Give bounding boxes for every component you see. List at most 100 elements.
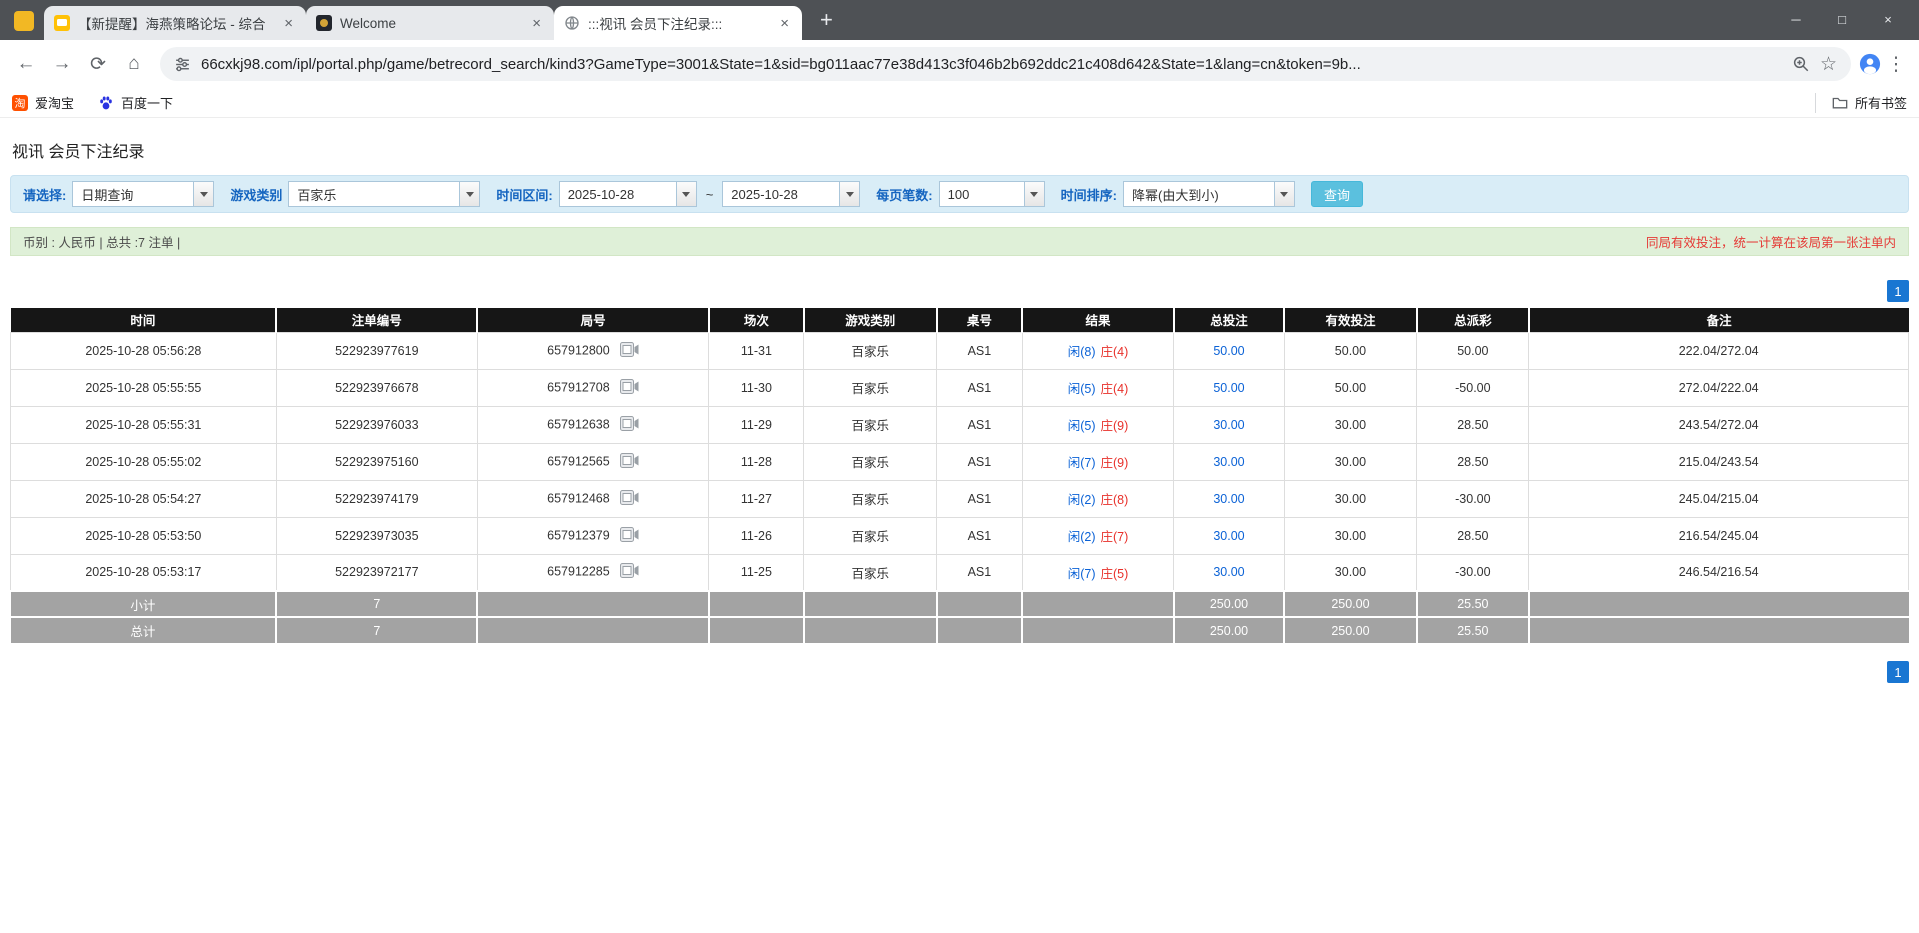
chevron-down-icon[interactable] bbox=[839, 182, 859, 206]
round-id-text: 657912468 bbox=[547, 491, 610, 505]
subtotal-row: 小计 7 250.00 250.00 25.50 bbox=[11, 591, 1909, 617]
cell-remark: 222.04/272.04 bbox=[1529, 332, 1909, 369]
tab-title: Welcome bbox=[340, 16, 521, 31]
new-tab-button[interactable]: + bbox=[814, 9, 839, 31]
cell-payout: 28.50 bbox=[1417, 406, 1529, 443]
site-settings-icon[interactable] bbox=[174, 56, 191, 73]
video-replay-icon[interactable] bbox=[620, 416, 639, 434]
page-content: 视讯 会员下注纪录 请选择: 日期查询 游戏类别 百家乐 时间区间: 2025-… bbox=[0, 138, 1919, 683]
result-player: 闲(7) bbox=[1068, 567, 1096, 581]
video-replay-icon[interactable] bbox=[620, 379, 639, 397]
browser-menu-icon[interactable]: ⋮ bbox=[1881, 53, 1911, 76]
cell-table-no: AS1 bbox=[937, 443, 1022, 480]
cell-remark: 246.54/216.54 bbox=[1529, 554, 1909, 591]
total-bet-link[interactable]: 30.00 bbox=[1213, 565, 1244, 579]
search-button[interactable]: 查询 bbox=[1311, 181, 1363, 207]
maximize-button[interactable]: □ bbox=[1819, 0, 1865, 38]
tab-title: :::视讯 会员下注纪录::: bbox=[588, 13, 769, 33]
date-to-select[interactable]: 2025-10-28 bbox=[722, 181, 860, 207]
total-bet-link[interactable]: 30.00 bbox=[1213, 492, 1244, 506]
cell-round-id: 657912468 bbox=[477, 480, 709, 517]
summary-text: 币别 : 人民币 | 总共 :7 注单 | bbox=[23, 232, 180, 251]
col-header-session: 场次 bbox=[709, 308, 804, 332]
cell-session: 11-29 bbox=[709, 406, 804, 443]
round-id-text: 657912565 bbox=[547, 454, 610, 468]
total-bet-link[interactable]: 30.00 bbox=[1213, 529, 1244, 543]
cell-game-category: 百家乐 bbox=[804, 369, 937, 406]
table-row: 2025-10-28 05:55:31 522923976033 6579126… bbox=[11, 406, 1909, 443]
forward-button[interactable]: → bbox=[44, 46, 80, 82]
chevron-down-icon[interactable] bbox=[1024, 182, 1044, 206]
cell-result: 闲(7)庄(9) bbox=[1022, 443, 1174, 480]
cell-remark: 216.54/245.04 bbox=[1529, 517, 1909, 554]
subtotal-valid-bet: 250.00 bbox=[1284, 591, 1417, 617]
reload-button[interactable]: ⟳ bbox=[80, 46, 116, 82]
col-header-order-id: 注单编号 bbox=[276, 308, 477, 332]
url-text[interactable]: 66cxkj98.com/ipl/portal.php/game/betreco… bbox=[201, 56, 1782, 73]
chevron-down-icon[interactable] bbox=[459, 182, 479, 206]
close-button[interactable]: × bbox=[1865, 0, 1911, 38]
video-replay-icon[interactable] bbox=[620, 563, 639, 581]
video-replay-icon[interactable] bbox=[620, 453, 639, 471]
col-header-total-bet: 总投注 bbox=[1174, 308, 1284, 332]
cell-time: 2025-10-28 05:55:31 bbox=[11, 406, 277, 443]
game-category-select[interactable]: 百家乐 bbox=[288, 181, 480, 207]
tab-close-icon[interactable]: × bbox=[281, 15, 296, 32]
chevron-down-icon[interactable] bbox=[1274, 182, 1294, 206]
cell-order-id: 522923973035 bbox=[276, 517, 477, 554]
sort-select[interactable]: 降幂(由大到小) bbox=[1123, 181, 1295, 207]
cell-time: 2025-10-28 05:55:55 bbox=[11, 369, 277, 406]
page-size-select[interactable]: 100 bbox=[939, 181, 1045, 207]
query-type-select[interactable]: 日期查询 bbox=[72, 181, 214, 207]
cell-result: 闲(2)庄(7) bbox=[1022, 517, 1174, 554]
tab-close-icon[interactable]: × bbox=[529, 15, 544, 32]
cell-session: 11-26 bbox=[709, 517, 804, 554]
bookmark-baidu[interactable]: 百度一下 bbox=[98, 93, 173, 112]
total-bet-link[interactable]: 30.00 bbox=[1213, 418, 1244, 432]
back-button[interactable]: ← bbox=[8, 46, 44, 82]
date-from-select[interactable]: 2025-10-28 bbox=[559, 181, 697, 207]
total-bet-link[interactable]: 50.00 bbox=[1213, 344, 1244, 358]
video-replay-icon[interactable] bbox=[620, 527, 639, 545]
time-range-label: 时间区间: bbox=[496, 185, 552, 204]
query-type-label: 请选择: bbox=[23, 185, 66, 204]
cell-round-id: 657912379 bbox=[477, 517, 709, 554]
tab-forum[interactable]: 【新提醒】海燕策略论坛 - 综合 × bbox=[44, 6, 306, 40]
video-replay-icon[interactable] bbox=[620, 342, 639, 360]
tab-welcome[interactable]: Welcome × bbox=[306, 6, 554, 40]
tab-close-icon[interactable]: × bbox=[777, 15, 792, 32]
total-bet-link[interactable]: 30.00 bbox=[1213, 455, 1244, 469]
result-banker: 庄(4) bbox=[1101, 345, 1129, 359]
bookmark-taobao[interactable]: 淘 爱淘宝 bbox=[12, 93, 74, 112]
chevron-down-icon[interactable] bbox=[193, 182, 213, 206]
tab-strip: 【新提醒】海燕策略论坛 - 综合 × Welcome × :::视讯 会员下注纪… bbox=[44, 6, 802, 40]
pagination-top: 1 bbox=[10, 280, 1909, 302]
profile-icon[interactable] bbox=[1859, 53, 1881, 75]
cell-total-bet: 30.00 bbox=[1174, 406, 1284, 443]
bookmark-star-icon[interactable]: ☆ bbox=[1820, 53, 1837, 76]
home-button[interactable]: ⌂ bbox=[116, 46, 152, 82]
sort-value: 降幂(由大到小) bbox=[1124, 182, 1274, 206]
browser-toolbar: ← → ⟳ ⌂ 66cxkj98.com/ipl/portal.php/game… bbox=[0, 40, 1919, 88]
zoom-icon[interactable] bbox=[1792, 55, 1810, 73]
total-bet-link[interactable]: 50.00 bbox=[1213, 381, 1244, 395]
col-header-remark: 备注 bbox=[1529, 308, 1909, 332]
all-bookmarks-button[interactable]: 所有书签 bbox=[1815, 93, 1907, 113]
page-number-button[interactable]: 1 bbox=[1887, 280, 1909, 302]
page-number-button[interactable]: 1 bbox=[1887, 661, 1909, 683]
profile-avatar-icon[interactable] bbox=[14, 11, 34, 31]
cell-round-id: 657912285 bbox=[477, 554, 709, 591]
folder-icon bbox=[1832, 95, 1848, 111]
cell-table-no: AS1 bbox=[937, 480, 1022, 517]
video-replay-icon[interactable] bbox=[620, 490, 639, 508]
tab-bet-records[interactable]: :::视讯 会员下注纪录::: × bbox=[554, 6, 802, 40]
total-label: 总计 bbox=[11, 617, 277, 643]
range-separator: ~ bbox=[706, 187, 714, 202]
cell-valid-bet: 50.00 bbox=[1284, 332, 1417, 369]
chevron-down-icon[interactable] bbox=[676, 182, 696, 206]
address-bar[interactable]: 66cxkj98.com/ipl/portal.php/game/betreco… bbox=[160, 47, 1851, 81]
cell-result: 闲(5)庄(4) bbox=[1022, 369, 1174, 406]
table-row: 2025-10-28 05:54:27 522923974179 6579124… bbox=[11, 480, 1909, 517]
minimize-button[interactable]: ─ bbox=[1773, 0, 1819, 38]
round-id-text: 657912800 bbox=[547, 343, 610, 357]
